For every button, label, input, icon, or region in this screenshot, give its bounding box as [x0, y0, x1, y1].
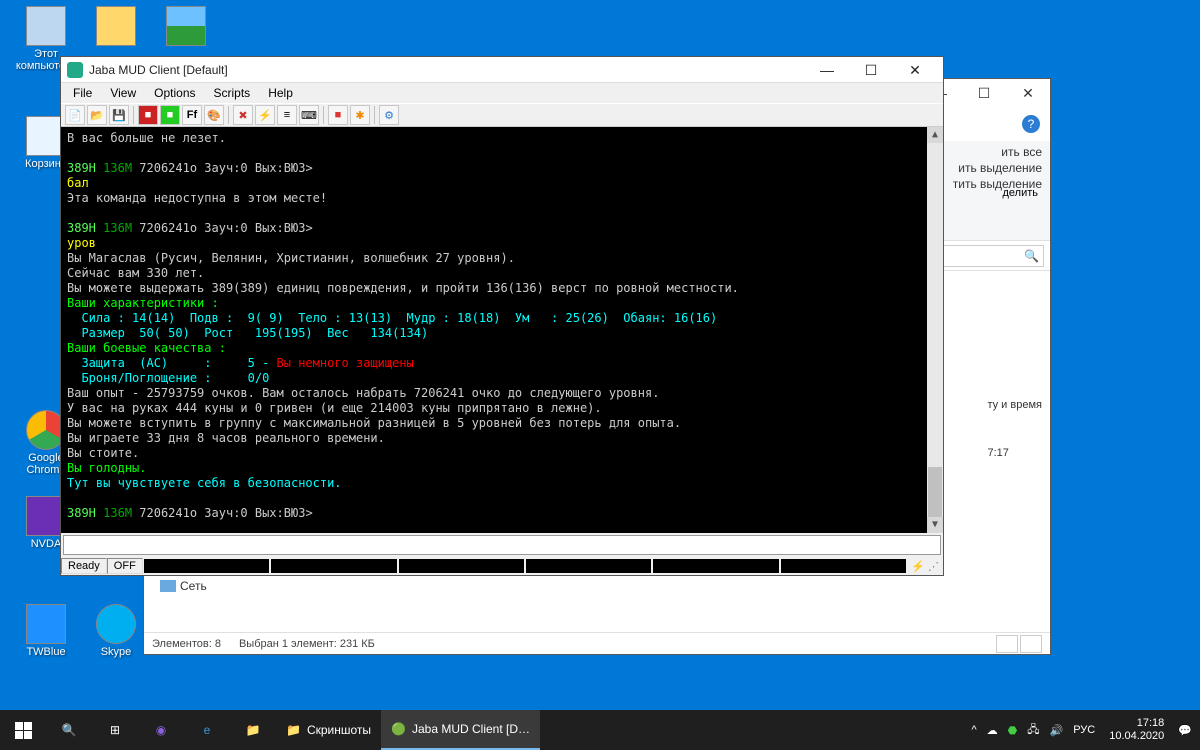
status-off: OFF: [107, 558, 143, 574]
status-gauge: [399, 559, 524, 573]
ribbon-item[interactable]: ить все: [1001, 145, 1042, 159]
network-icon: [160, 580, 176, 592]
status-gauge: [271, 559, 396, 573]
resize-grip-icon[interactable]: ⋰: [928, 560, 939, 573]
taskbar-taskview[interactable]: ⊞: [92, 710, 138, 750]
menu-file[interactable]: File: [65, 84, 100, 102]
app-icon: 🟢: [391, 722, 406, 736]
terminal-scrollbar[interactable]: ▲ ▼: [927, 127, 943, 533]
windows-icon: [15, 722, 32, 739]
scroll-thumb[interactable]: [928, 467, 942, 517]
status-gauge: [653, 559, 778, 573]
status-gauge: [781, 559, 906, 573]
mud-input[interactable]: [63, 535, 941, 555]
menu-view[interactable]: View: [102, 84, 144, 102]
tb-star[interactable]: ✱: [350, 105, 370, 125]
desktop-icon-picture[interactable]: [152, 6, 220, 48]
tb-open[interactable]: 📂: [87, 105, 107, 125]
desktop-icon-skype[interactable]: Skype: [82, 604, 150, 658]
tray-onedrive-icon[interactable]: ☁: [987, 724, 998, 737]
bolt-icon: ⚡: [911, 560, 925, 573]
tb-settings[interactable]: ⚙: [379, 105, 399, 125]
skype-icon: [96, 604, 136, 644]
tb-disconnect[interactable]: ✖: [233, 105, 253, 125]
minimize-button[interactable]: —: [805, 57, 849, 83]
menu-help[interactable]: Help: [260, 84, 301, 102]
ribbon-item[interactable]: ить выделение: [958, 161, 1042, 175]
folder-icon: [96, 6, 136, 46]
tb-alias[interactable]: ≡: [277, 105, 297, 125]
tb-color[interactable]: 🎨: [204, 105, 224, 125]
system-tray: ^ ☁ ⬣ 🖧 🔊 РУС 17:18 10.04.2020 💬: [963, 717, 1200, 743]
mud-toolbar: 📄 📂 💾 ■ ■ Ff 🎨 ✖ ⚡ ≡ ⌨ ■ ✱ ⚙: [61, 103, 943, 127]
help-icon[interactable]: ?: [1022, 115, 1040, 133]
tray-volume-icon[interactable]: 🔊: [1050, 724, 1064, 737]
task-mud[interactable]: 🟢 Jaba MUD Client [D…: [381, 710, 540, 750]
picture-icon: [166, 6, 206, 46]
tray-app-icon[interactable]: ⬣: [1008, 724, 1018, 737]
tray-language[interactable]: РУС: [1073, 724, 1095, 736]
status-selected: Выбран 1 элемент: 231 КБ: [239, 638, 375, 650]
mud-statusbar: Ready OFF ⚡ ⋰: [61, 557, 943, 575]
status-ready: Ready: [61, 558, 107, 574]
tb-save[interactable]: 💾: [109, 105, 129, 125]
desktop-icon-twblue[interactable]: TWBlue: [12, 604, 80, 658]
tb-font[interactable]: Ff: [182, 105, 202, 125]
status-gauge: [526, 559, 651, 573]
scroll-down-icon[interactable]: ▼: [927, 517, 943, 533]
search-icon: 🔍: [1024, 249, 1039, 263]
tb-world-green[interactable]: ■: [160, 105, 180, 125]
close-button[interactable]: ✕: [893, 57, 937, 83]
tb-trigger[interactable]: ⚡: [255, 105, 275, 125]
status-gauge: [144, 559, 269, 573]
taskbar-cortana[interactable]: ◉: [138, 710, 184, 750]
status-count: Элементов: 8: [152, 638, 221, 650]
tray-chevron-up-icon[interactable]: ^: [971, 724, 976, 736]
view-icons-button[interactable]: [1020, 635, 1042, 653]
tray-notifications-icon[interactable]: 💬: [1178, 724, 1192, 737]
app-icon: [67, 62, 83, 78]
explorer-statusbar: Элементов: 8 Выбран 1 элемент: 231 КБ: [144, 632, 1050, 654]
tray-clock[interactable]: 17:18 10.04.2020: [1105, 717, 1168, 743]
explorer-details: ту и время 7:17: [987, 399, 1042, 459]
menu-scripts[interactable]: Scripts: [206, 84, 259, 102]
tray-network-icon[interactable]: 🖧: [1027, 721, 1039, 740]
explorer-maximize[interactable]: ☐: [962, 79, 1006, 107]
tb-new[interactable]: 📄: [65, 105, 85, 125]
explorer-close[interactable]: ✕: [1006, 79, 1050, 107]
taskbar-edge[interactable]: e: [184, 710, 230, 750]
folder-icon: 📁: [286, 723, 301, 737]
tb-stop[interactable]: ■: [328, 105, 348, 125]
twblue-icon: [26, 604, 66, 644]
mud-window: Jaba MUD Client [Default] — ☐ ✕ File Vie…: [60, 56, 944, 576]
desktop-icon-folder[interactable]: [82, 6, 150, 48]
explorer-network-item[interactable]: Сеть: [160, 579, 207, 593]
task-explorer[interactable]: 📁 Скриншоты: [276, 710, 381, 750]
window-title: Jaba MUD Client [Default]: [89, 63, 228, 77]
view-details-button[interactable]: [996, 635, 1018, 653]
ribbon-group-label: делить: [1002, 187, 1038, 199]
maximize-button[interactable]: ☐: [849, 57, 893, 83]
tb-world-red[interactable]: ■: [138, 105, 158, 125]
taskbar: 🔍 ⊞ ◉ e 📁 📁 Скриншоты 🟢 Jaba MUD Client …: [0, 710, 1200, 750]
mud-titlebar[interactable]: Jaba MUD Client [Default] — ☐ ✕: [61, 57, 943, 83]
pc-icon: [26, 6, 66, 46]
taskbar-explorer-pinned[interactable]: 📁: [230, 710, 276, 750]
tb-hotkey[interactable]: ⌨: [299, 105, 319, 125]
menu-options[interactable]: Options: [146, 84, 203, 102]
taskbar-search[interactable]: 🔍: [46, 710, 92, 750]
mud-menubar: File View Options Scripts Help: [61, 83, 943, 103]
start-button[interactable]: [0, 710, 46, 750]
mud-terminal[interactable]: В вас больше не лезет. 389H 136M 7206241…: [61, 127, 943, 533]
scroll-up-icon[interactable]: ▲: [927, 127, 943, 143]
